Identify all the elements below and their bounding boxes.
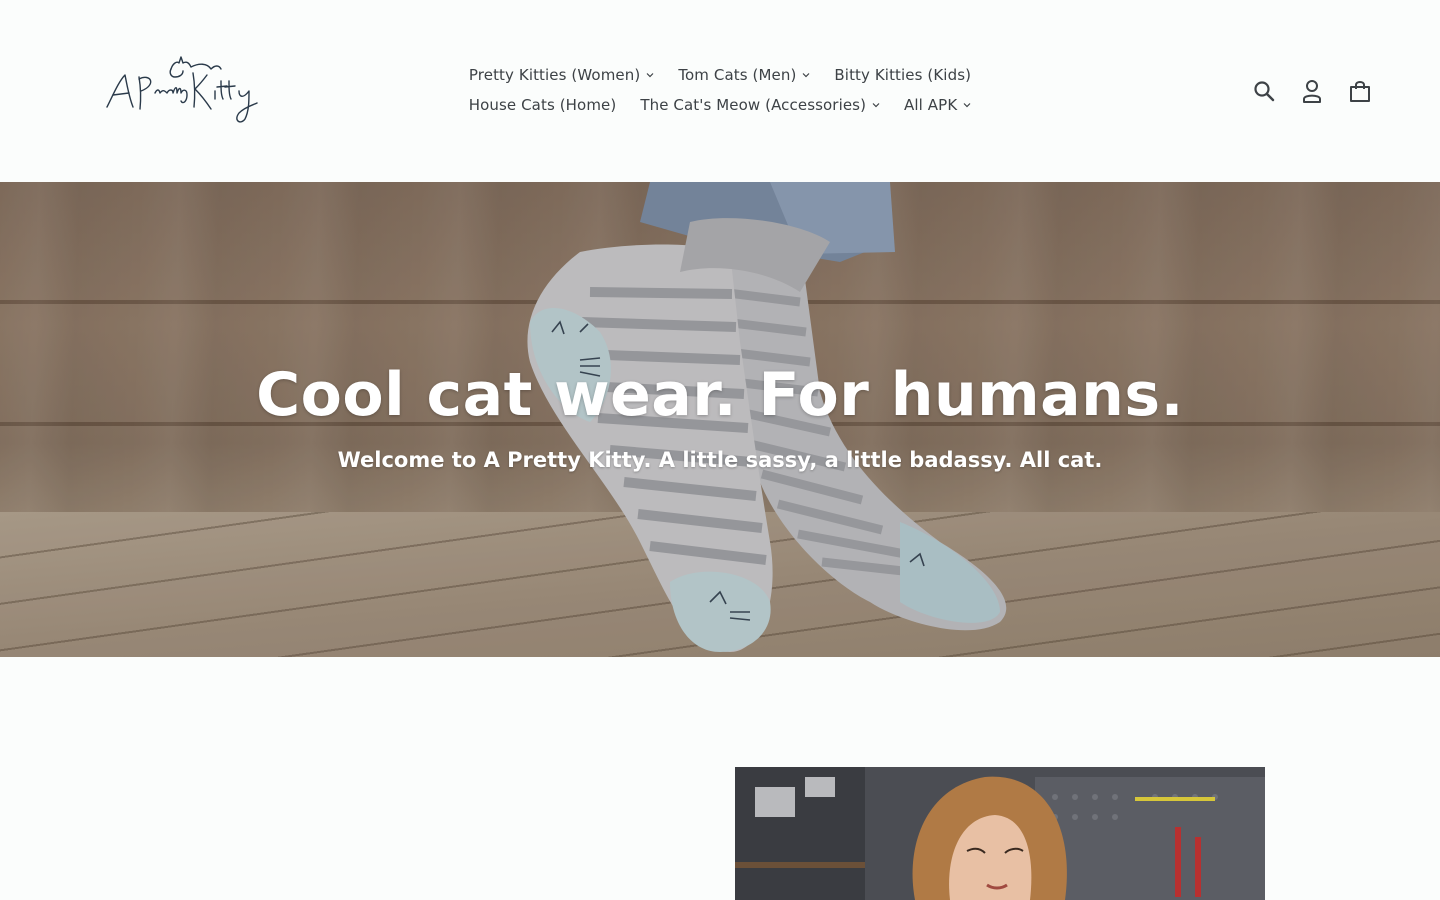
main-navigation: Pretty Kitties (Women) Tom Cats (Men) Bi… xyxy=(440,60,1000,120)
nav-item-all-apk[interactable]: All APK xyxy=(892,96,983,114)
account-icon xyxy=(1303,80,1321,103)
search-button[interactable] xyxy=(1252,76,1276,106)
hero-title: Cool cat wear. For humans. xyxy=(256,360,1184,430)
nav-item-label: Bitty Kitties (Kids) xyxy=(834,66,972,84)
nav-item-bitty-kitties-kids[interactable]: Bitty Kitties (Kids) xyxy=(822,66,983,84)
site-logo[interactable] xyxy=(103,55,263,127)
nav-item-label: The Cat's Meow (Accessories) xyxy=(640,96,867,114)
account-button[interactable] xyxy=(1300,76,1324,106)
hero-banner: Cool cat wear. For humans. Welcome to A … xyxy=(0,182,1440,657)
cart-icon xyxy=(1350,81,1370,102)
nav-item-tom-cats-men[interactable]: Tom Cats (Men) xyxy=(666,66,822,84)
chevron-down-icon xyxy=(646,73,654,78)
nav-item-label: All APK xyxy=(904,96,958,114)
nav-item-pretty-kitties-women[interactable]: Pretty Kitties (Women) xyxy=(457,66,666,84)
chevron-down-icon xyxy=(963,103,971,108)
featured-image xyxy=(735,767,1265,900)
nav-item-cats-meow-accessories[interactable]: The Cat's Meow (Accessories) xyxy=(628,96,892,114)
nav-item-label: House Cats (Home) xyxy=(468,96,617,114)
site-header: Pretty Kitties (Women) Tom Cats (Men) Bi… xyxy=(0,0,1440,182)
logo-wordmark xyxy=(106,56,258,123)
nav-row-secondary: House Cats (Home) The Cat's Meow (Access… xyxy=(440,90,1000,120)
cart-button[interactable] xyxy=(1348,76,1372,106)
chevron-down-icon xyxy=(872,103,880,108)
featured-image-photo xyxy=(735,767,1265,900)
nav-row-primary: Pretty Kitties (Women) Tom Cats (Men) Bi… xyxy=(440,60,1000,90)
nav-item-label: Pretty Kitties (Women) xyxy=(468,66,641,84)
header-icons xyxy=(1252,76,1372,106)
hero-subtitle: Welcome to A Pretty Kitty. A little sass… xyxy=(337,448,1103,472)
search-icon xyxy=(1254,81,1275,102)
nav-item-label: Tom Cats (Men) xyxy=(678,66,797,84)
chevron-down-icon xyxy=(802,73,810,78)
nav-item-house-cats-home[interactable]: House Cats (Home) xyxy=(457,96,629,114)
